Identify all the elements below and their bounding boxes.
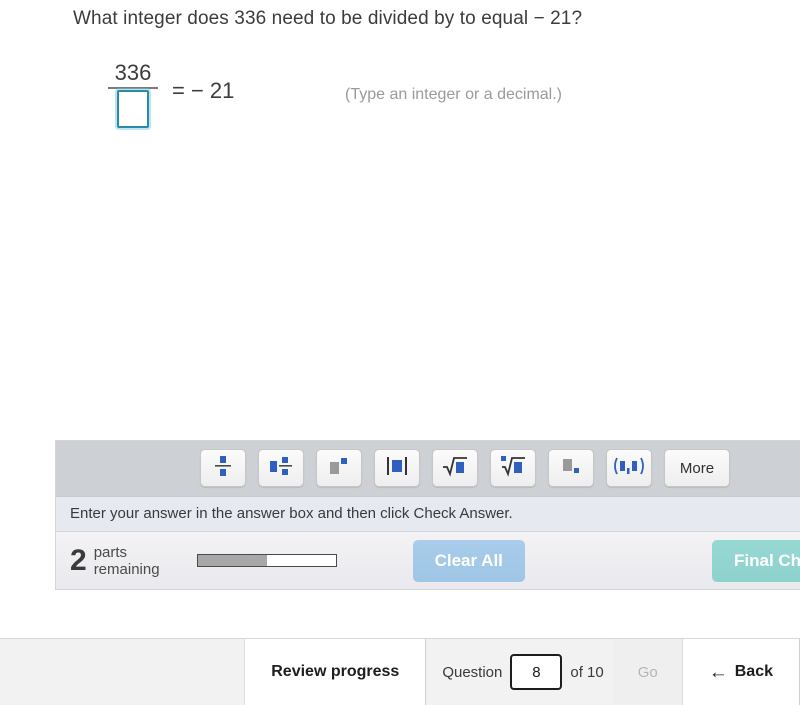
- back-button[interactable]: ← Back: [681, 639, 800, 705]
- fraction-icon: [215, 454, 231, 483]
- interval-notation-icon: [612, 454, 646, 483]
- question-suffix-label: of 10: [570, 663, 604, 681]
- subscript-button[interactable]: [548, 449, 594, 487]
- progress-bar: [196, 554, 337, 567]
- back-button-label: Back: [734, 663, 773, 680]
- absolute-value-button[interactable]: [374, 449, 420, 487]
- fraction-numerator: 336: [114, 60, 152, 85]
- instruction-bar: Enter your answer in the answer box and …: [56, 496, 800, 531]
- more-button-label: More: [679, 459, 715, 477]
- bottom-navigation-bar: Review progress Question of 10 Go ← Back: [0, 638, 800, 705]
- question-navigator: Question of 10: [426, 639, 613, 705]
- page-title: What integer does 336 need to be divided…: [73, 8, 583, 29]
- mixed-number-button[interactable]: [258, 449, 304, 487]
- fraction-bar: [108, 87, 158, 89]
- equation: 336 = − 21: [108, 60, 234, 128]
- back-arrow-icon: ←: [708, 661, 728, 683]
- question-prefix-label: Question: [442, 663, 503, 681]
- exponent-icon: [328, 454, 350, 483]
- square-root-button[interactable]: [432, 449, 478, 487]
- progress-bar-fill: [197, 555, 267, 566]
- fraction-button[interactable]: [200, 449, 246, 487]
- review-progress-button[interactable]: Review progress: [244, 639, 427, 705]
- math-symbol-toolbar: More: [56, 441, 800, 496]
- go-button[interactable]: Go: [613, 639, 682, 705]
- parts-remaining-count: 2: [70, 543, 87, 577]
- interval-notation-button[interactable]: [606, 449, 652, 487]
- fraction: 336: [108, 60, 158, 128]
- parts-label-line2: remaining: [93, 560, 160, 578]
- square-root-icon: [442, 454, 468, 483]
- final-check-button[interactable]: Final Che: [712, 539, 800, 582]
- exercise-page: What integer does 336 need to be divided…: [0, 0, 800, 705]
- parts-label-line1: parts: [93, 543, 128, 561]
- parts-remaining-label: parts remaining: [94, 544, 160, 578]
- answer-format-hint: (Type an integer or a decimal.): [345, 86, 562, 103]
- exponent-button[interactable]: [316, 449, 362, 487]
- nth-root-icon: [500, 454, 526, 483]
- subscript-icon: [560, 454, 582, 483]
- answer-input-box[interactable]: [117, 90, 149, 128]
- equation-right-side: = − 21: [172, 78, 235, 103]
- mixed-number-icon: [269, 454, 293, 483]
- status-bar: 2 parts remaining Clear All Final Che: [56, 531, 800, 589]
- more-button[interactable]: More: [664, 449, 730, 487]
- clear-all-button[interactable]: Clear All: [412, 539, 525, 582]
- nth-root-button[interactable]: [490, 449, 536, 487]
- absolute-value-icon: [386, 454, 408, 483]
- question-number-input[interactable]: [510, 654, 563, 690]
- answer-panel: More Enter your answer in the answer box…: [55, 440, 800, 590]
